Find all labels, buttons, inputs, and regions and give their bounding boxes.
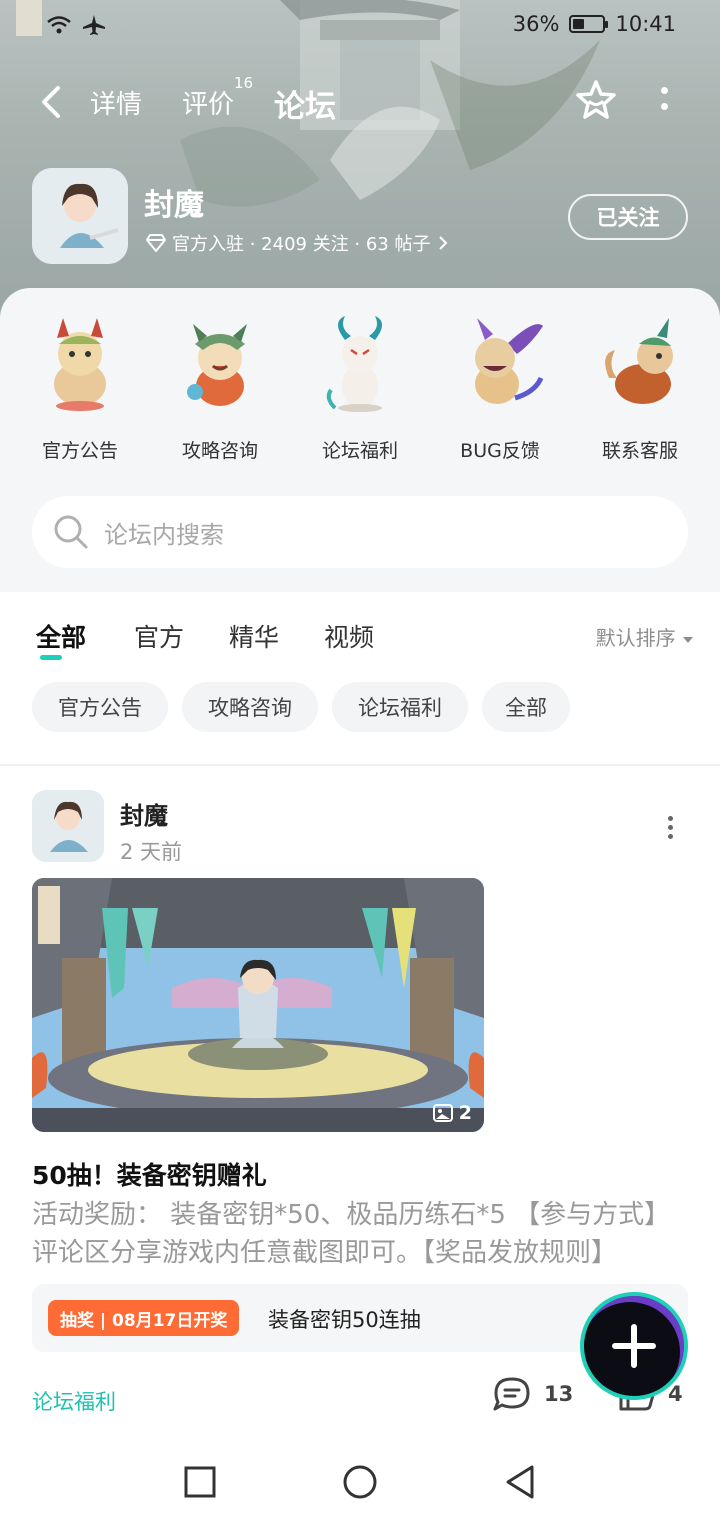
post-title[interactable]: 50抽！装备密钥赠礼 bbox=[32, 1156, 267, 1192]
game-title: 封魔 bbox=[144, 188, 204, 223]
tab-reviews-label: 评价 bbox=[182, 90, 235, 120]
lottery-badge: 抽奖 | 08月17日开奖 bbox=[48, 1300, 240, 1336]
plus-icon bbox=[612, 1324, 656, 1368]
post-image[interactable]: 2 bbox=[32, 878, 484, 1132]
sort-label: 默认排序 bbox=[595, 626, 676, 650]
tab-reviews[interactable]: 评价 bbox=[182, 84, 234, 121]
airplane-icon bbox=[83, 15, 105, 35]
top-navigation: 详情 评价 16 论坛 bbox=[0, 70, 720, 134]
comment-button[interactable]: 13 bbox=[492, 1376, 573, 1412]
category-label: 论坛福利 bbox=[321, 440, 398, 462]
battery-level bbox=[573, 19, 585, 29]
new-post-button[interactable] bbox=[580, 1292, 688, 1400]
sort-dropdown[interactable]: 默认排序 bbox=[596, 622, 694, 651]
tab-forum[interactable]: 论坛 bbox=[274, 81, 336, 126]
post-body[interactable]: 活动奖励： 装备密钥*50、极品历练石*5 【参与方式】 评论区分享游戏内任意截… bbox=[32, 1196, 688, 1272]
category-label: 联系客服 bbox=[601, 440, 678, 462]
back-arrow-icon[interactable] bbox=[34, 82, 70, 122]
chip-all[interactable]: 全部 bbox=[482, 682, 570, 732]
back-triangle-icon[interactable] bbox=[500, 1462, 540, 1502]
filter-tab-all[interactable]: 全部 bbox=[36, 618, 87, 660]
forum-sheet: 官方公告 攻略咨询 论坛福利 BUG反馈 联系客服 论坛内搜索 bbox=[0, 288, 720, 592]
battery-percent: 36% bbox=[512, 12, 560, 36]
search-placeholder: 论坛内搜索 bbox=[104, 520, 224, 549]
image-count: 2 bbox=[432, 1102, 472, 1124]
favorite-star-icon[interactable] bbox=[574, 78, 618, 122]
filter-tab-label: 视频 bbox=[324, 623, 375, 652]
category-label: 官方公告 bbox=[41, 440, 118, 462]
caret-down-icon bbox=[683, 637, 693, 643]
dragon-mascot-icon bbox=[187, 324, 247, 406]
game-logo-icon[interactable] bbox=[32, 168, 128, 264]
category-row: 官方公告 攻略咨询 论坛福利 BUG反馈 联系客服 bbox=[0, 314, 720, 464]
category-bug-report[interactable]: BUG反馈 bbox=[430, 314, 570, 464]
forum-search-bar[interactable]: 论坛内搜索 bbox=[32, 496, 688, 568]
chip-label: 论坛福利 bbox=[358, 696, 442, 720]
chip-announcements[interactable]: 官方公告 bbox=[32, 682, 168, 732]
chip-label: 攻略咨询 bbox=[208, 696, 292, 720]
category-label: 攻略咨询 bbox=[181, 440, 258, 462]
filter-tab-indicator bbox=[40, 655, 63, 660]
reviews-count-badge: 16 bbox=[234, 74, 254, 92]
filter-section: 全部 官方 精华 视频 默认排序 官方公告 攻略咨询 论坛福利 全部 bbox=[0, 592, 720, 764]
battery-icon bbox=[569, 15, 609, 33]
comment-icon bbox=[493, 1377, 530, 1411]
post-author[interactable]: 封魔 bbox=[120, 796, 168, 831]
tab-forum-label: 论坛 bbox=[274, 89, 336, 125]
author-avatar[interactable] bbox=[32, 790, 104, 862]
dragon-mascot-icon bbox=[326, 316, 382, 412]
game-info: 封魔 官方入驻 · 2409 关注 · 63 帖子 已关注 bbox=[0, 168, 720, 268]
system-navigation-bar bbox=[0, 1446, 720, 1520]
comment-count: 13 bbox=[544, 1382, 574, 1406]
category-customer-service[interactable]: 联系客服 bbox=[570, 314, 710, 464]
filter-tab-official[interactable]: 官方 bbox=[134, 618, 184, 654]
category-welfare[interactable]: 论坛福利 bbox=[290, 314, 430, 464]
lottery-title: 装备密钥50连抽 bbox=[268, 1308, 421, 1332]
tab-details-label: 详情 bbox=[90, 90, 143, 120]
chip-guides[interactable]: 攻略咨询 bbox=[182, 682, 318, 732]
filter-tab-label: 全部 bbox=[36, 623, 87, 652]
tab-details[interactable]: 详情 bbox=[90, 84, 142, 121]
chip-label: 官方公告 bbox=[58, 696, 142, 720]
home-icon[interactable] bbox=[340, 1462, 380, 1502]
gallery-icon bbox=[432, 1104, 453, 1122]
category-guides[interactable]: 攻略咨询 bbox=[150, 314, 290, 464]
recent-apps-icon[interactable] bbox=[180, 1462, 220, 1502]
more-options-icon[interactable] bbox=[656, 84, 672, 120]
game-meta-text: 官方入驻 · 2409 关注 · 63 帖子 bbox=[172, 234, 431, 255]
category-label: BUG反馈 bbox=[460, 440, 540, 462]
chip-welfare[interactable]: 论坛福利 bbox=[332, 682, 468, 732]
status-bar: 36% 10:41 bbox=[0, 0, 720, 56]
chevron-right-icon bbox=[438, 236, 447, 250]
dragon-mascot-icon bbox=[475, 318, 544, 404]
post-category-tag[interactable]: 论坛福利 bbox=[32, 1386, 116, 1416]
clock: 10:41 bbox=[615, 12, 676, 36]
filter-tab-featured[interactable]: 精华 bbox=[229, 618, 279, 654]
dragon-mascot-icon bbox=[605, 318, 673, 404]
category-announcements[interactable]: 官方公告 bbox=[10, 314, 150, 464]
follow-button[interactable]: 已关注 bbox=[568, 194, 688, 240]
post-time: 2 天前 bbox=[120, 840, 183, 864]
post-more-icon[interactable] bbox=[664, 816, 676, 840]
image-count-text: 2 bbox=[458, 1102, 472, 1124]
filter-tab-label: 精华 bbox=[229, 623, 280, 652]
filter-tab-label: 官方 bbox=[134, 623, 185, 652]
search-icon bbox=[54, 515, 88, 549]
wifi-icon bbox=[47, 16, 71, 34]
game-meta[interactable]: 官方入驻 · 2409 关注 · 63 帖子 bbox=[146, 230, 449, 256]
chip-label: 全部 bbox=[505, 696, 547, 720]
filter-tab-video[interactable]: 视频 bbox=[324, 618, 374, 654]
dragon-mascot-icon bbox=[54, 318, 106, 411]
diamond-icon bbox=[146, 234, 166, 252]
